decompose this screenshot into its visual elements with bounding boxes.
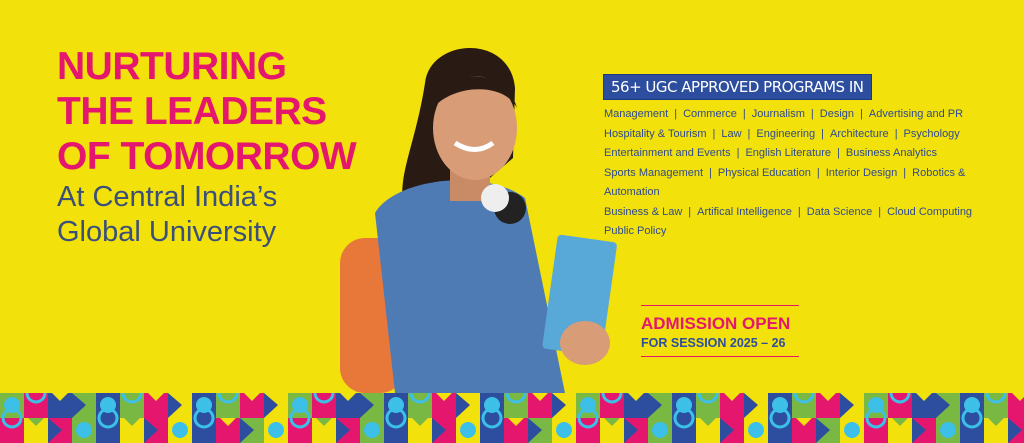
program-item: Public Policy	[604, 225, 667, 237]
decorative-pattern-strip	[0, 393, 1024, 443]
program-item: Psychology	[903, 127, 960, 140]
program-item: Interior Design	[825, 166, 898, 179]
program-item: Business Analytics	[845, 147, 938, 159]
separator: |	[894, 127, 898, 140]
student-photo	[340, 48, 617, 393]
separator: |	[821, 127, 824, 140]
separator: |	[810, 108, 814, 120]
program-item: Engineering	[756, 127, 816, 140]
program-item: Data Science	[806, 205, 873, 218]
admission-block[interactable]: ADMISSION OPEN FOR SESSION 2025 – 26	[641, 305, 799, 357]
program-item: Physical Education	[717, 166, 811, 179]
subheadline: At Central India’s Global University	[57, 180, 277, 250]
program-item: Design	[819, 108, 855, 120]
separator: |	[688, 205, 692, 218]
separator: |	[903, 166, 907, 179]
separator: |	[816, 166, 820, 179]
pattern-shape	[268, 422, 284, 438]
programs-list: Management | Commerce | Journalism | Design | Ad…	[604, 105, 984, 242]
separator: |	[860, 108, 863, 120]
program-item: Law	[721, 127, 742, 140]
headline-line: NURTURING	[57, 45, 287, 88]
subheadline-line: At Central India’s	[57, 181, 278, 213]
program-item: Hospitality & Tourism	[604, 127, 707, 140]
pattern-shape	[556, 422, 572, 438]
programs-badge: 56+ UGC APPROVED PROGRAMS IN	[603, 74, 872, 100]
program-item: Architecture	[829, 127, 889, 140]
pattern-shape	[76, 422, 92, 438]
pattern-shape	[364, 422, 380, 438]
program-item: Journalism	[751, 108, 805, 120]
program-item: Business & Law	[604, 205, 683, 218]
separator: |	[747, 127, 751, 140]
separator: |	[674, 108, 678, 120]
pattern-shape	[172, 422, 188, 438]
separator: |	[742, 108, 746, 120]
separator: |	[837, 147, 840, 159]
separator: |	[712, 127, 716, 140]
program-item: Artifical Intelligence	[697, 205, 792, 218]
admission-session: FOR SESSION 2025 – 26	[641, 336, 786, 350]
headline: NURTURING THE LEADERS OF TOMORROW	[57, 44, 357, 179]
pattern-shape	[652, 422, 668, 438]
program-item: Cloud Computing	[887, 205, 973, 218]
separator: |	[878, 205, 882, 218]
subheadline-line: Global University	[57, 216, 277, 248]
program-item: Management	[604, 108, 669, 120]
pattern-shape	[844, 422, 860, 438]
pattern-shape	[748, 422, 764, 438]
separator: |	[709, 166, 712, 179]
program-item: English Literature	[745, 147, 832, 159]
program-item: Sports Management	[604, 166, 704, 179]
separator: |	[797, 205, 801, 218]
admission-title: ADMISSION OPEN	[641, 314, 791, 333]
separator: |	[736, 147, 740, 159]
program-item: Advertising and PR	[868, 108, 964, 120]
headline-line: THE LEADERS	[57, 90, 327, 133]
program-item: Robotics &	[912, 166, 966, 179]
pattern-shape	[460, 422, 476, 438]
program-item: Entertainment and Events	[604, 147, 731, 159]
pattern-shape	[940, 422, 956, 438]
headline-line: OF TOMORROW	[57, 135, 357, 178]
program-item: Commerce	[683, 108, 737, 120]
program-item: Automation	[604, 186, 660, 198]
